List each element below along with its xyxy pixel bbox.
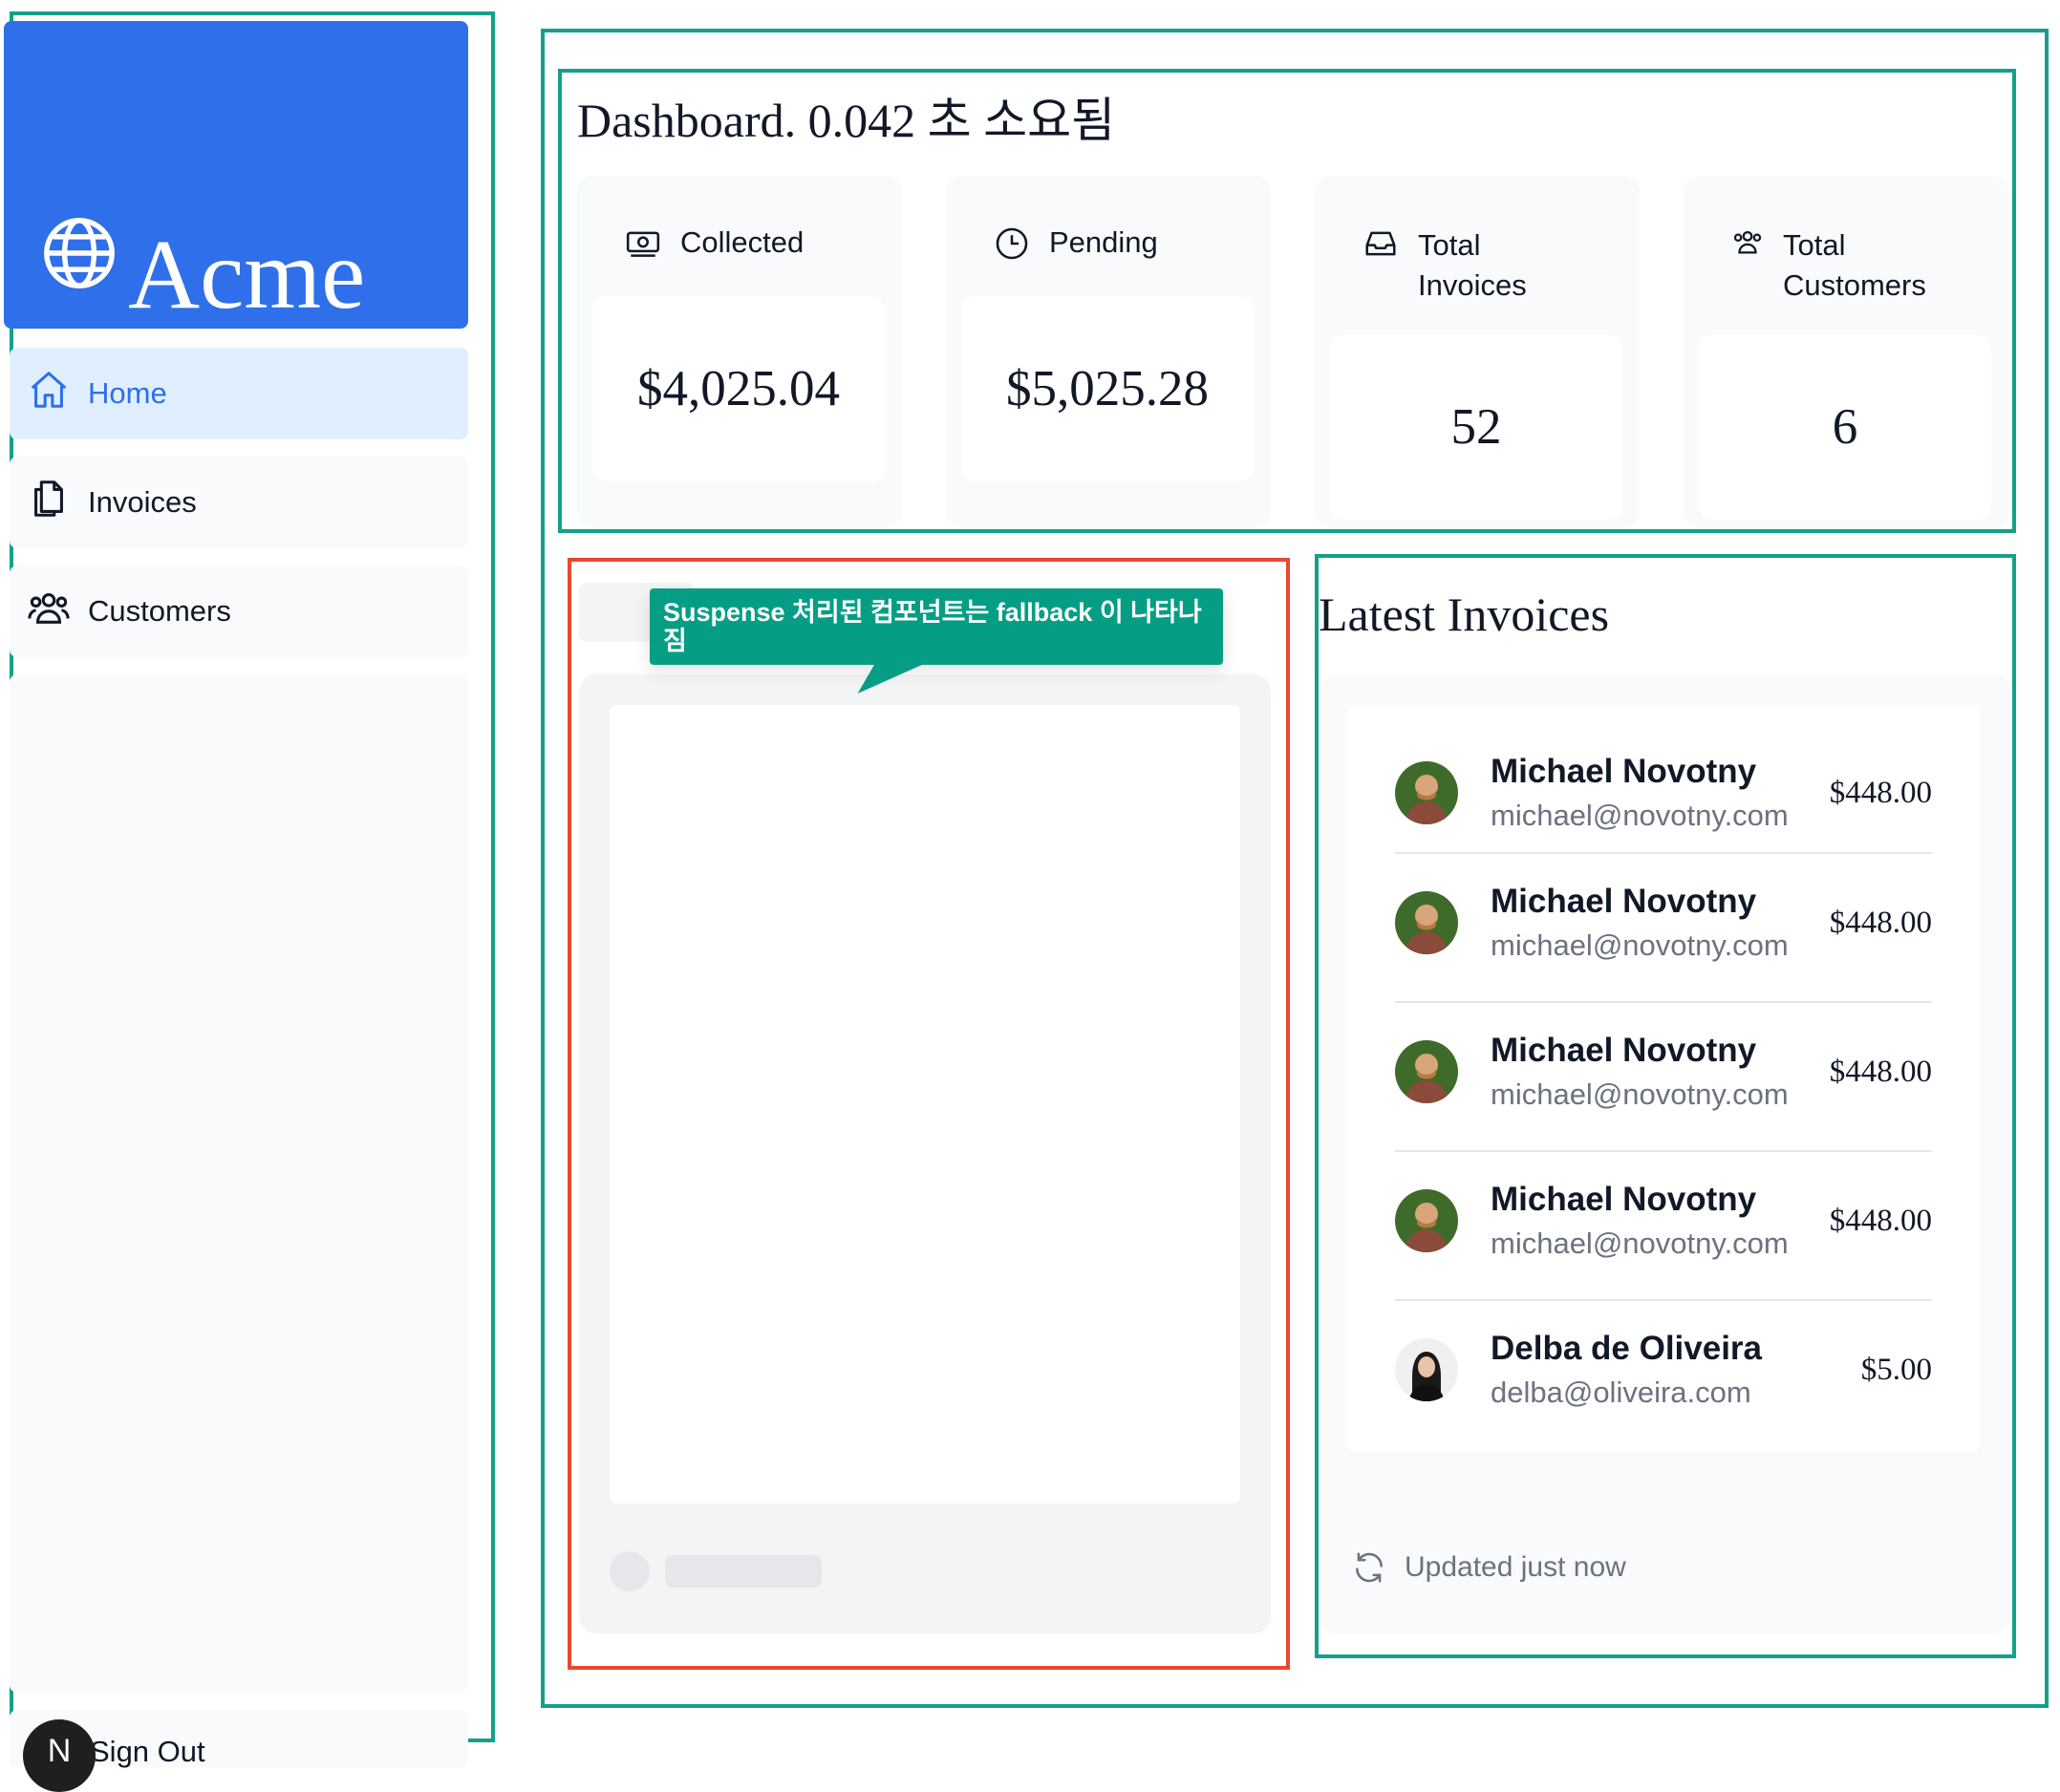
logo-text: Acme — [128, 220, 366, 330]
skeleton-circle — [610, 1551, 650, 1591]
page-title: Dashboard. 0.042 초 소요됨 — [577, 94, 1116, 147]
skeleton-chart-area — [610, 705, 1240, 1504]
customer-name: Michael Novotny — [1491, 1032, 1757, 1069]
skeleton-chart-card — [579, 674, 1271, 1633]
card-value-box: 52 — [1330, 334, 1622, 520]
invoice-row[interactable]: Michael Novotny michael@novotny.com $448… — [1395, 865, 1932, 980]
customer-avatar — [1395, 1338, 1458, 1401]
invoice-amount: $5.00 — [1860, 1352, 1932, 1387]
sidebar-item-customers[interactable]: Customers — [10, 565, 468, 657]
logo-banner[interactable]: Acme — [4, 21, 468, 329]
user-group-icon — [1731, 225, 1764, 266]
customer-email: delba@oliveira.com — [1491, 1376, 1751, 1409]
invoice-row[interactable]: Michael Novotny michael@novotny.com $448… — [1395, 736, 1932, 850]
invoice-amount: $448.00 — [1829, 775, 1932, 810]
invoice-amount: $448.00 — [1829, 1203, 1932, 1238]
customer-email: michael@novotny.com — [1491, 1077, 1789, 1111]
card-value: 6 — [1832, 399, 1858, 455]
card-total-customers: Total Customers 6 — [1684, 176, 2008, 527]
customer-avatar — [1395, 891, 1458, 954]
latest-invoices-title: Latest Invoices — [1319, 587, 1610, 641]
clock-icon — [994, 225, 1030, 269]
row-divider — [1395, 1150, 1932, 1152]
row-divider — [1395, 1299, 1932, 1301]
customer-name: Michael Novotny — [1491, 883, 1757, 920]
invoice-row[interactable]: Delba de Oliveira delba@oliveira.com $5.… — [1395, 1312, 1932, 1427]
home-icon — [10, 368, 88, 419]
card-value: 52 — [1450, 399, 1502, 455]
invoice-amount: $448.00 — [1829, 1054, 1932, 1089]
card-label: Collected — [625, 225, 804, 269]
inbox-icon — [1363, 225, 1399, 269]
customer-avatar — [1395, 1189, 1458, 1252]
sidebar-item-label: Customers — [88, 594, 231, 628]
sidebar-spacer — [10, 674, 468, 1693]
document-duplicate-icon — [10, 477, 88, 528]
customer-email: michael@novotny.com — [1491, 1227, 1789, 1260]
sidebar-item-home[interactable]: Home — [10, 348, 468, 439]
customer-name: Michael Novotny — [1491, 1181, 1757, 1218]
updated-status: Updated just now — [1351, 1549, 1626, 1586]
sidebar-item-label: Invoices — [88, 485, 197, 519]
card-pending: Pending $5,025.28 — [946, 176, 1271, 527]
sidebar-item-invoices[interactable]: Invoices — [10, 457, 468, 548]
banknotes-icon — [625, 225, 661, 269]
card-value: $4,025.04 — [637, 361, 840, 416]
card-value-box: 6 — [1699, 334, 1991, 520]
customer-name: Michael Novotny — [1491, 753, 1757, 790]
card-label: Pending — [994, 225, 1158, 269]
customer-avatar — [1395, 1040, 1458, 1103]
row-divider — [1395, 1001, 1932, 1003]
invoice-row[interactable]: Michael Novotny michael@novotny.com $448… — [1395, 1014, 1932, 1129]
card-label: Total Customers — [1731, 225, 1926, 306]
globe-icon — [40, 214, 118, 297]
customer-name: Delba de Oliveira — [1491, 1330, 1763, 1367]
skeleton-line — [665, 1555, 822, 1588]
invoice-amount: $448.00 — [1829, 905, 1932, 940]
row-divider — [1395, 852, 1932, 854]
customer-email: michael@novotny.com — [1491, 928, 1789, 962]
suspense-tooltip: Suspense 처리된 컴포넌트는 fallback 이 나타나짐 — [650, 588, 1223, 665]
sign-out-label: Sign Out — [90, 1735, 205, 1768]
customer-email: michael@novotny.com — [1491, 799, 1789, 832]
user-group-icon — [10, 586, 88, 637]
card-collected: Collected $4,025.04 — [577, 176, 902, 527]
nextjs-badge[interactable]: N — [23, 1719, 96, 1792]
sidebar-item-label: Home — [88, 376, 167, 410]
card-value-box: $4,025.04 — [592, 296, 885, 481]
card-label: Total Invoices — [1363, 225, 1527, 306]
customer-avatar — [1395, 761, 1458, 824]
card-value-box: $5,025.28 — [961, 296, 1254, 481]
refresh-icon — [1351, 1549, 1387, 1586]
card-value: $5,025.28 — [1006, 361, 1209, 416]
invoice-row[interactable]: Michael Novotny michael@novotny.com $448… — [1395, 1163, 1932, 1278]
card-total-invoices: Total Invoices 52 — [1315, 176, 1640, 527]
